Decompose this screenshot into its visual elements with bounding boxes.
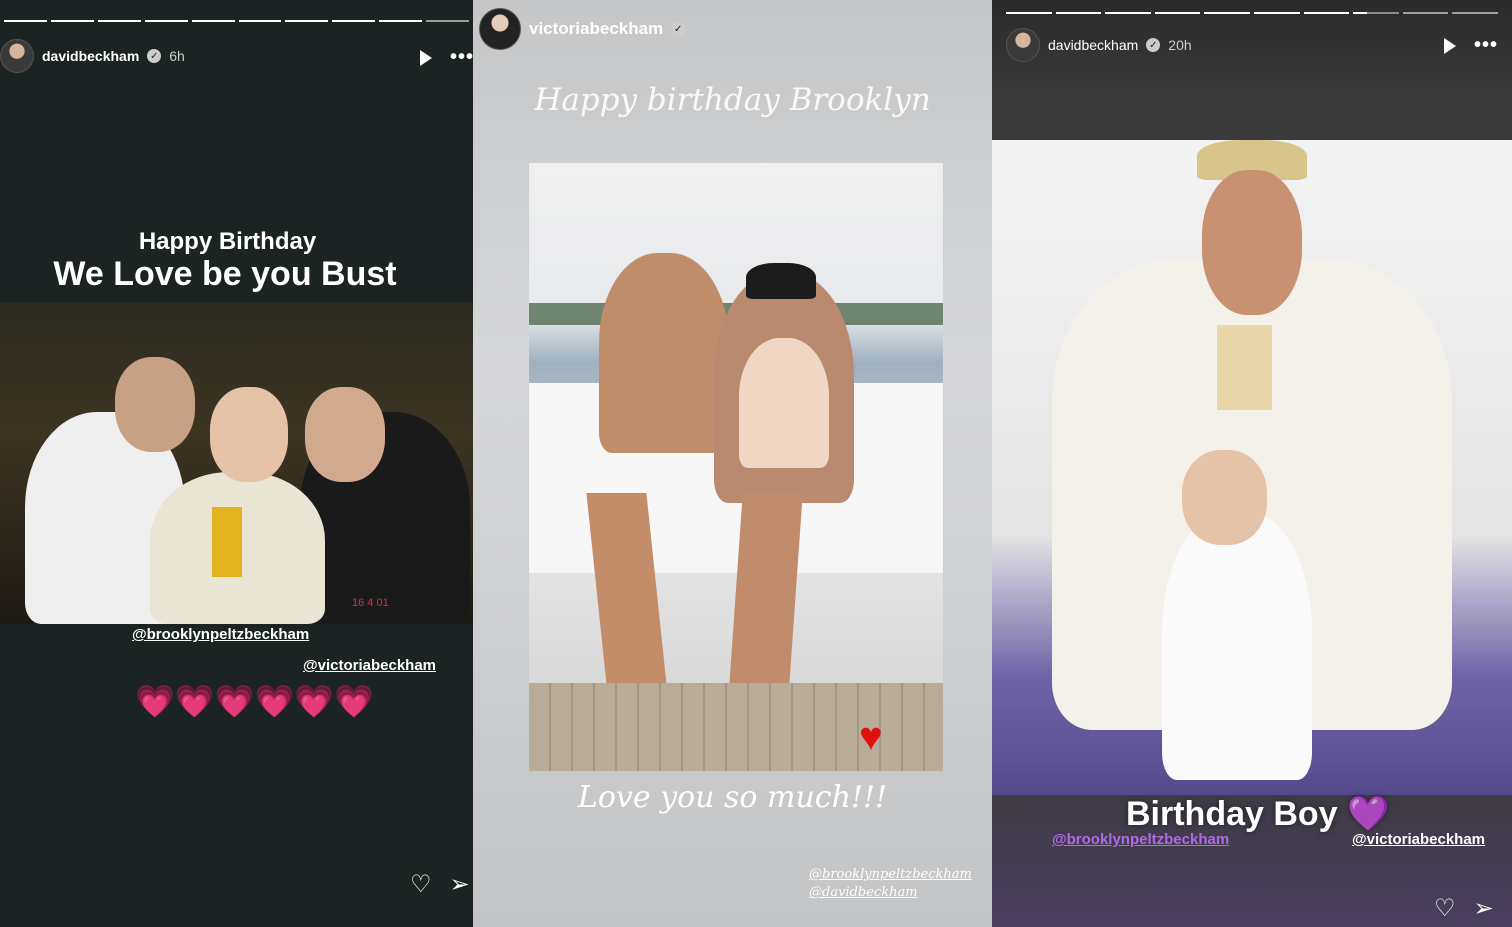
cravat [1217,325,1272,410]
story-panel-davidbeckham-2[interactable]: davidbeckham ✓ 20h ••• Birthday Boy 💜 @b… [992,0,1512,927]
story-panel-victoriabeckham[interactable]: victoriabeckham ✓ Happy birthday Brookly… [473,0,992,927]
story-header[interactable]: davidbeckham ✓ 6h [0,39,185,73]
tag-brooklyn[interactable]: @brooklynpeltzbeckham [809,866,972,884]
story-panel-davidbeckham-1[interactable]: davidbeckham ✓ 6h ••• Happy Birthday We … [0,0,473,927]
story-script-title: Happy birthday Brooklyn [534,82,931,118]
username[interactable]: victoriabeckham [529,19,663,39]
baby-face [210,387,288,482]
baby-white-outfit [1162,510,1312,780]
username[interactable]: davidbeckham [42,48,139,64]
share-icon[interactable]: ➢ [450,870,470,899]
mention-victoria[interactable]: @victoriabeckham [303,657,436,674]
photo-date-stamp: 16 4 01 [352,597,389,609]
avatar[interactable] [1006,28,1040,62]
tag-david[interactable]: @davidbeckham [809,884,972,902]
man-face [1202,170,1302,315]
man-figure [599,253,729,453]
pink-hearts-emoji: 💗💗💗💗💗💗 [135,683,375,719]
like-icon[interactable]: ♡ [1434,894,1456,923]
post-time: 20h [1168,37,1192,53]
story-title-line1: Happy Birthday [138,228,317,255]
family-photo: 16 4 01 [0,302,473,624]
man-face [115,357,195,452]
like-icon[interactable]: ♡ [410,870,432,899]
username[interactable]: davidbeckham [1048,37,1138,53]
story-progress-bar [1006,12,1498,14]
baby-figure [739,338,829,468]
avatar[interactable] [0,39,34,73]
mention-brooklyn[interactable]: @brooklynpeltzbeckham [1052,831,1229,848]
toy-camera [212,507,242,577]
story-script-footer: Love you so much!!! [577,780,888,815]
more-options-icon[interactable]: ••• [450,46,473,69]
story-footer: ♡ ➢ [410,870,470,899]
boat-photo [529,163,943,771]
baby-face [1182,450,1267,545]
story-title-line2: We Love be you Bust [53,255,397,293]
story-header[interactable]: victoriabeckham ✓ [479,8,686,50]
black-cap [746,263,816,299]
white-suit-photo [992,140,1512,795]
post-time: 6h [169,48,185,64]
play-icon[interactable] [1444,37,1456,54]
share-icon[interactable]: ➢ [1474,894,1494,923]
caption-text: Birthday Boy [1126,795,1338,833]
play-icon[interactable] [420,49,432,66]
more-options-icon[interactable]: ••• [1474,34,1498,57]
story-caption: Birthday Boy 💜 [1126,794,1389,834]
red-heart-sticker: ♥ [859,715,883,759]
verified-icon: ✓ [671,22,686,36]
story-controls: ••• [1444,34,1498,57]
mention-victoria[interactable]: @victoriabeckham [1352,831,1485,848]
story-progress-bar [4,20,470,22]
story-header[interactable]: davidbeckham ✓ 20h [1006,28,1192,62]
purple-heart-emoji: 💜 [1347,795,1390,833]
story-footer: ♡ ➢ [1434,894,1494,923]
verified-icon: ✓ [147,49,162,63]
tagged-users: @brooklynpeltzbeckham @davidbeckham [809,866,972,902]
avatar[interactable] [479,8,521,50]
woman-face [305,387,385,482]
mention-brooklyn[interactable]: @brooklynpeltzbeckham [132,626,309,643]
story-controls: ••• [420,46,473,69]
verified-icon: ✓ [1146,38,1161,52]
